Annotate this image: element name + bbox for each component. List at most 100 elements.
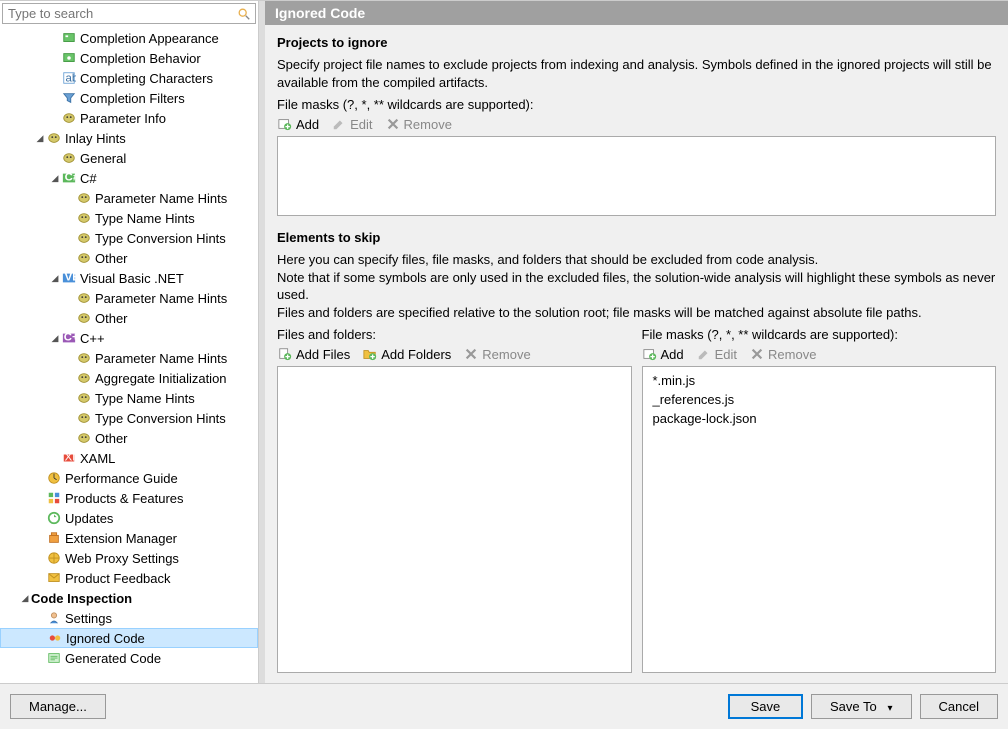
save-to-button[interactable]: Save To bbox=[811, 694, 912, 719]
tree-item[interactable]: Other bbox=[0, 428, 258, 448]
tree-item[interactable]: abCompleting Characters bbox=[0, 68, 258, 88]
param-icon bbox=[61, 110, 77, 126]
tree-item-label: Completion Filters bbox=[80, 91, 185, 106]
tree-item-label: Other bbox=[95, 251, 128, 266]
tree-item[interactable]: Performance Guide bbox=[0, 468, 258, 488]
tree-item-label: Product Feedback bbox=[65, 571, 171, 586]
tree-item[interactable]: ◢Code Inspection bbox=[0, 588, 258, 608]
manage-button[interactable]: Manage... bbox=[10, 694, 106, 719]
tree-item[interactable]: Generated Code bbox=[0, 648, 258, 668]
add-files-button[interactable]: Add Files bbox=[277, 346, 350, 362]
tree-item-label: Completion Behavior bbox=[80, 51, 201, 66]
cpp-icon: C++ bbox=[61, 330, 77, 346]
csharp-icon: C# bbox=[61, 170, 77, 186]
chevron-down-icon[interactable]: ◢ bbox=[49, 172, 61, 184]
tree-item[interactable]: Type Name Hints bbox=[0, 388, 258, 408]
hint-icon bbox=[76, 230, 92, 246]
tree-item[interactable]: Completion Behavior bbox=[0, 48, 258, 68]
tree-item[interactable]: Completion Appearance bbox=[0, 28, 258, 48]
content-panel: Ignored Code Projects to ignore Specify … bbox=[265, 1, 1008, 683]
list-item[interactable]: *.min.js bbox=[647, 371, 992, 390]
hint-icon bbox=[76, 390, 92, 406]
tree-item-label: Parameter Name Hints bbox=[95, 351, 227, 366]
tree-item[interactable]: Type Conversion Hints bbox=[0, 228, 258, 248]
hint-icon bbox=[76, 430, 92, 446]
projects-listbox[interactable] bbox=[277, 136, 996, 216]
tree-item[interactable]: Updates bbox=[0, 508, 258, 528]
tree-item-label: Parameter Info bbox=[80, 111, 166, 126]
svg-text:XML: XML bbox=[65, 452, 76, 464]
masks-add-button[interactable]: Add bbox=[642, 346, 684, 362]
search-box[interactable] bbox=[2, 3, 256, 24]
tree-item-label: Products & Features bbox=[65, 491, 184, 506]
tree-item[interactable]: Other bbox=[0, 248, 258, 268]
search-icon[interactable] bbox=[236, 6, 252, 22]
tree-item[interactable]: Web Proxy Settings bbox=[0, 548, 258, 568]
tree-item[interactable]: General bbox=[0, 148, 258, 168]
file-masks-listbox[interactable]: *.min.js_references.jspackage-lock.json bbox=[642, 366, 997, 673]
add-folder-icon bbox=[362, 346, 378, 362]
tree-item[interactable]: ◢Inlay Hints bbox=[0, 128, 258, 148]
chevron-down-icon[interactable]: ◢ bbox=[49, 272, 61, 284]
tree-item[interactable]: Product Feedback bbox=[0, 568, 258, 588]
tree-item[interactable]: Ignored Code bbox=[0, 628, 258, 648]
hint-icon bbox=[46, 130, 62, 146]
hint-icon bbox=[76, 290, 92, 306]
vb-icon: VB bbox=[61, 270, 77, 286]
settings-tree[interactable]: Completion Appearance Completion Behavior… bbox=[0, 26, 258, 683]
tree-item-label: Parameter Name Hints bbox=[95, 191, 227, 206]
files-folders-label: Files and folders: bbox=[277, 327, 632, 342]
elements-masks-label: File masks (?, *, ** wildcards are suppo… bbox=[642, 327, 997, 342]
chevron-down-icon[interactable]: ◢ bbox=[19, 592, 31, 604]
projects-add-button[interactable]: Add bbox=[277, 116, 319, 132]
search-input[interactable] bbox=[3, 4, 236, 23]
tree-item[interactable]: ◢C++C++ bbox=[0, 328, 258, 348]
feedback-icon bbox=[46, 570, 62, 586]
tree-item[interactable]: Parameter Info bbox=[0, 108, 258, 128]
hint-icon bbox=[76, 350, 92, 366]
list-item[interactable]: _references.js bbox=[647, 390, 992, 409]
hint-icon bbox=[61, 150, 77, 166]
tree-item[interactable]: Parameter Name Hints bbox=[0, 288, 258, 308]
list-item[interactable]: package-lock.json bbox=[647, 409, 992, 428]
remove-icon bbox=[749, 346, 765, 362]
tree-item[interactable]: Settings bbox=[0, 608, 258, 628]
hint-icon bbox=[76, 410, 92, 426]
tree-item[interactable]: Completion Filters bbox=[0, 88, 258, 108]
tree-item[interactable]: ◢C#C# bbox=[0, 168, 258, 188]
tree-item-label: Type Name Hints bbox=[95, 391, 195, 406]
remove-icon bbox=[463, 346, 479, 362]
save-button[interactable]: Save bbox=[728, 694, 803, 719]
chevron-down-icon[interactable]: ◢ bbox=[34, 132, 46, 144]
edit-icon bbox=[331, 116, 347, 132]
proxy-icon bbox=[46, 550, 62, 566]
edit-icon bbox=[696, 346, 712, 362]
svg-text:C++: C++ bbox=[64, 332, 76, 344]
tree-item[interactable]: Extension Manager bbox=[0, 528, 258, 548]
add-folders-button[interactable]: Add Folders bbox=[362, 346, 451, 362]
updates-icon bbox=[46, 510, 62, 526]
projects-edit-button: Edit bbox=[331, 116, 372, 132]
tree-item[interactable]: Parameter Name Hints bbox=[0, 188, 258, 208]
tree-item[interactable]: Type Conversion Hints bbox=[0, 408, 258, 428]
hint-icon bbox=[76, 190, 92, 206]
svg-text:VB: VB bbox=[65, 272, 76, 284]
tree-item[interactable]: ◢VBVisual Basic .NET bbox=[0, 268, 258, 288]
add-file-icon bbox=[277, 346, 293, 362]
tree-item-label: Parameter Name Hints bbox=[95, 291, 227, 306]
tree-item[interactable]: Parameter Name Hints bbox=[0, 348, 258, 368]
files-folders-listbox[interactable] bbox=[277, 366, 632, 673]
cancel-button[interactable]: Cancel bbox=[920, 694, 998, 719]
remove-icon bbox=[385, 116, 401, 132]
add-icon bbox=[277, 116, 293, 132]
tree-item-label: Performance Guide bbox=[65, 471, 178, 486]
tree-item-label: Other bbox=[95, 311, 128, 326]
tree-item[interactable]: Aggregate Initialization bbox=[0, 368, 258, 388]
tree-item[interactable]: XMLXAML bbox=[0, 448, 258, 468]
chevron-down-icon[interactable]: ◢ bbox=[49, 332, 61, 344]
tree-item[interactable]: Other bbox=[0, 308, 258, 328]
tree-item[interactable]: Type Name Hints bbox=[0, 208, 258, 228]
projects-title: Projects to ignore bbox=[277, 35, 996, 50]
tree-item[interactable]: Products & Features bbox=[0, 488, 258, 508]
tree-item-label: Extension Manager bbox=[65, 531, 177, 546]
